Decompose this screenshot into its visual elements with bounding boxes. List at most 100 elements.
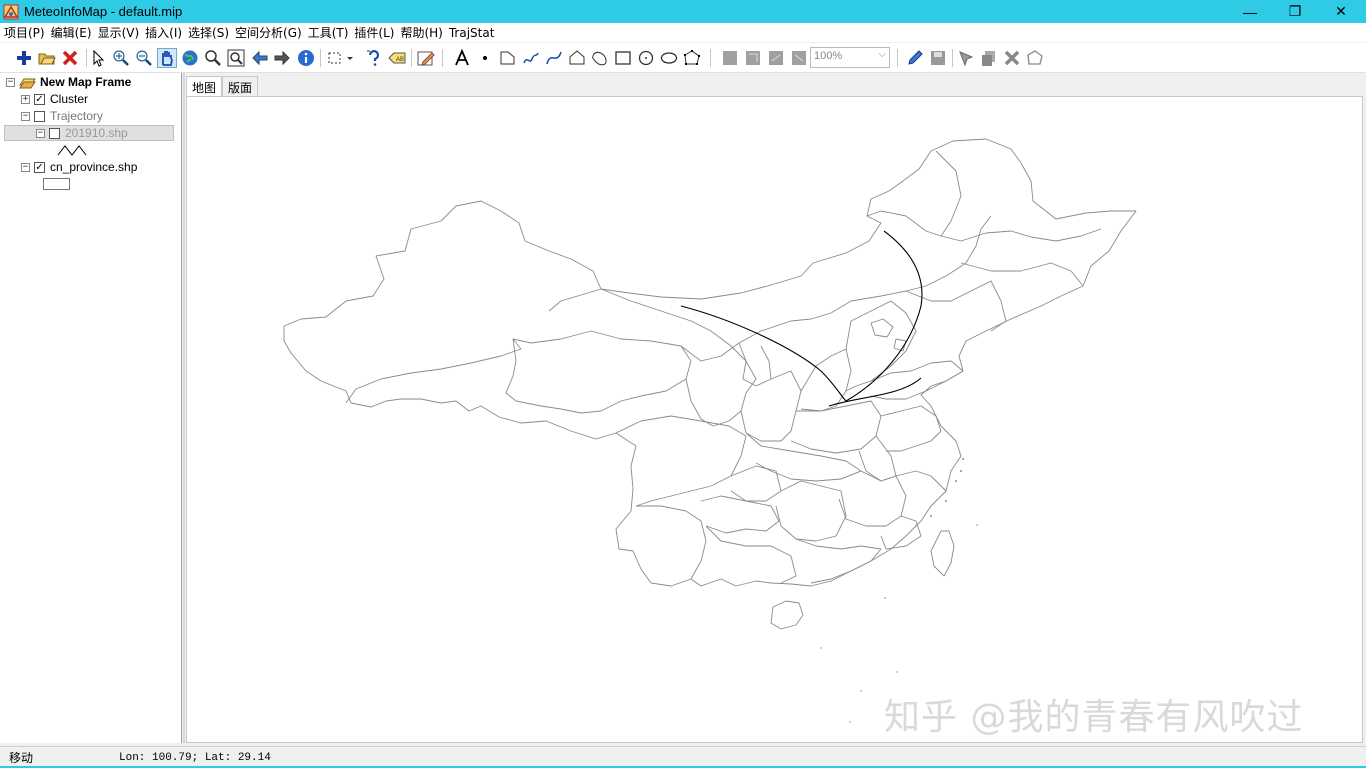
edit-vertices-button[interactable] [682, 48, 702, 68]
delete-gray-icon [1004, 50, 1020, 66]
layer-group-trajectory[interactable]: − Trajectory [21, 108, 103, 124]
circle-icon [638, 50, 654, 66]
zoom-in-icon [113, 50, 129, 66]
layer-visibility-checkbox[interactable]: ✓ [34, 161, 45, 173]
save-edits-button[interactable] [928, 48, 948, 68]
next-view-button[interactable] [272, 48, 292, 68]
menu-view[interactable]: 显示(V) [97, 24, 145, 41]
app-logo-icon [3, 4, 19, 19]
menu-bar: 项目(P) 编辑(E) 显示(V) 插入(I) 选择(S) 空间分析(G) 工具… [0, 23, 1366, 42]
identify-button[interactable] [296, 48, 316, 68]
zoom-out-button[interactable] [134, 48, 154, 68]
collapse-toggle[interactable]: − [36, 128, 45, 138]
select-tool-button[interactable] [89, 48, 109, 68]
help-button[interactable] [364, 48, 384, 68]
zoom-in-button[interactable] [111, 48, 131, 68]
expand-toggle[interactable]: + [21, 94, 30, 104]
draw-polyline-button[interactable] [498, 48, 518, 68]
arrow-left-icon [252, 50, 268, 66]
tab-map[interactable]: 地图 [186, 76, 223, 96]
edit-layer-button[interactable] [416, 48, 436, 68]
menu-project[interactable]: 项目(P) [3, 24, 50, 41]
save-disk-icon [931, 51, 945, 65]
svg-text:AB: AB [396, 57, 404, 63]
remove-layer-button[interactable] [60, 48, 80, 68]
layout-page-button[interactable] [720, 48, 740, 68]
previous-view-button[interactable] [250, 48, 270, 68]
menu-insert[interactable]: 插入(I) [144, 24, 187, 41]
restore-button[interactable]: ❐ [1272, 0, 1318, 23]
menu-tools[interactable]: 工具(T) [307, 24, 354, 41]
polyline-symbol-icon [57, 145, 87, 156]
layer-item-cn-province[interactable]: − ✓ cn_province.shp [21, 159, 137, 175]
draw-rectangle-button[interactable] [613, 48, 633, 68]
draw-text-button[interactable] [452, 48, 472, 68]
toolbar-separator [952, 49, 953, 67]
polygon-symbol-icon [43, 178, 70, 190]
layer-label: cn_province.shp [50, 160, 138, 174]
label-button[interactable]: AB [387, 48, 407, 68]
layout-zoom-out-button[interactable] [789, 48, 809, 68]
layout-fit-button[interactable] [743, 48, 763, 68]
close-window-button[interactable]: ✕ [1318, 0, 1364, 23]
edit-start-button[interactable] [905, 48, 925, 68]
minimize-button[interactable]: — [1227, 0, 1273, 23]
toolbar-separator [710, 49, 711, 67]
globe-icon [182, 50, 198, 66]
draw-point-button[interactable] [475, 48, 495, 68]
draw-freehand-button[interactable] [521, 48, 541, 68]
label-tag-icon: AB [388, 52, 406, 64]
tree-root-map-frame[interactable]: − New Map Frame [6, 74, 131, 90]
layer-item-201910-selected[interactable]: − 201910.shp [4, 125, 174, 141]
zoom-box-icon [227, 49, 245, 67]
layout-zoom-in-button[interactable] [766, 48, 786, 68]
full-extent-button[interactable] [180, 48, 200, 68]
add-layer-button[interactable] [14, 48, 34, 68]
menu-trajstat[interactable]: TrajStat [448, 26, 500, 40]
menu-select[interactable]: 选择(S) [187, 24, 234, 41]
menu-help[interactable]: 帮助(H) [399, 24, 447, 41]
collapse-toggle[interactable]: − [21, 111, 30, 121]
edit-shape-button[interactable] [1025, 48, 1045, 68]
delete-x-icon [62, 50, 78, 66]
map-canvas[interactable] [186, 96, 1363, 743]
trajectory-lines [680, 230, 923, 407]
menu-spatial-analysis[interactable]: 空间分析(G) [234, 24, 307, 41]
delete-feature-button[interactable] [1002, 48, 1022, 68]
select-features-dropdown[interactable] [326, 48, 356, 68]
map-frame-label: New Map Frame [40, 75, 132, 89]
draw-freehand-polygon-button[interactable] [590, 48, 610, 68]
panel-splitter[interactable] [183, 73, 185, 743]
pan-tool-button[interactable] [157, 48, 177, 68]
feature-pointer-icon [959, 51, 974, 67]
edit-pencil-icon [417, 51, 435, 66]
draw-circle-button[interactable] [636, 48, 656, 68]
hand-pan-icon [162, 51, 173, 66]
draw-ellipse-button[interactable] [659, 48, 679, 68]
menu-edit[interactable]: 编辑(E) [50, 24, 97, 41]
coastal-islands [820, 458, 978, 723]
china-province-map[interactable] [187, 97, 1363, 743]
select-feature-button[interactable] [957, 48, 977, 68]
draw-polygon-button[interactable] [567, 48, 587, 68]
draw-curve-button[interactable] [544, 48, 564, 68]
layer-visibility-checkbox[interactable] [49, 127, 60, 139]
toolbar-separator [442, 49, 443, 67]
zoom-extent-button[interactable] [226, 48, 246, 68]
copy-feature-button[interactable] [979, 48, 999, 68]
layer-visibility-checkbox[interactable]: ✓ [34, 93, 45, 105]
menu-plugins[interactable]: 插件(L) [353, 24, 399, 41]
freehand-icon [523, 52, 539, 64]
magnifier-icon [205, 50, 221, 66]
layer-visibility-checkbox[interactable] [34, 110, 45, 122]
collapse-toggle[interactable]: − [21, 162, 30, 172]
chevron-down-icon[interactable]: ⌵ [878, 49, 886, 60]
open-project-button[interactable] [37, 48, 57, 68]
zoom-to-layer-button[interactable] [203, 48, 223, 68]
layer-item-cluster[interactable]: + ✓ Cluster [21, 91, 88, 107]
vertices-icon [684, 50, 700, 65]
tab-layout[interactable]: 版面 [222, 76, 259, 96]
collapse-toggle[interactable]: − [6, 77, 15, 87]
zoom-level-select[interactable]: 100% ⌵ [810, 47, 890, 68]
zoom-out-icon [136, 50, 152, 66]
